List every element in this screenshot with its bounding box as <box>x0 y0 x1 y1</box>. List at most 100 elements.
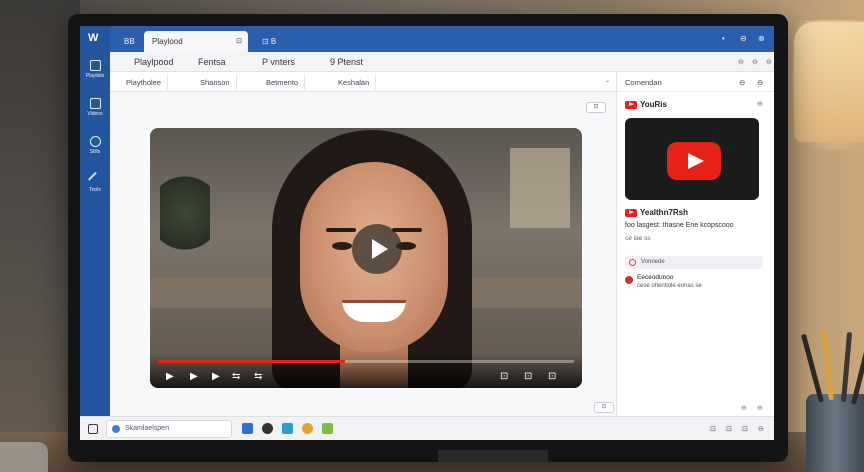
volume-icon[interactable]: ⇆ <box>232 371 240 382</box>
start-icon[interactable] <box>88 424 98 434</box>
theater-icon[interactable]: ⊡ <box>524 371 532 382</box>
video-thumbnail[interactable] <box>625 118 759 200</box>
panel-title: Comendan <box>625 78 662 87</box>
tab-label: ⊡ B <box>262 37 277 46</box>
taskbar-app-icon[interactable] <box>302 423 313 434</box>
progress-fill <box>158 360 346 363</box>
comment-input[interactable]: Vonnede <box>625 256 763 269</box>
youtube-icon <box>625 208 637 217</box>
more-icon[interactable]: ⊖ <box>757 404 763 412</box>
lamp-shade <box>794 22 864 142</box>
tray-icon[interactable]: ⊡ <box>710 425 716 433</box>
rail-item-label: Tools <box>89 187 101 193</box>
tray-icon[interactable]: ⊡ <box>726 425 732 433</box>
progress-bar[interactable] <box>158 360 574 363</box>
toolbar: Playtholee Shanson Betmento Keshalan ⌄ <box>110 72 616 92</box>
settings-icon[interactable]: ⊖ <box>752 58 758 66</box>
background-plant <box>160 168 210 258</box>
taskbar-app-icon[interactable] <box>282 423 293 434</box>
avatar <box>625 276 633 284</box>
main-content: ⊡ ▶ ▶ ▶ ⇆ ⇆ ⊡ ⊡ ⊡ ⊡ <box>110 92 616 416</box>
tab-bb[interactable]: BB <box>116 31 143 52</box>
mug <box>0 442 48 472</box>
app-rail: Playlists Videos Stills Tools <box>80 26 110 440</box>
toolbar-button-playtholee[interactable]: Playtholee <box>120 74 169 90</box>
eyebrow <box>392 228 422 232</box>
fullscreen-icon[interactable]: ⊡ <box>548 371 556 382</box>
comment-author: Eeceodunoo <box>637 274 674 281</box>
pencil <box>800 333 824 403</box>
youtube-icon <box>625 100 637 109</box>
monitor-stand <box>438 450 548 462</box>
rail-item-label: Videos <box>87 111 103 117</box>
next-icon[interactable]: ▶ <box>190 371 198 382</box>
more-icon[interactable]: ⊖ <box>757 78 763 87</box>
brand-menu-icon[interactable]: ⊖ <box>757 100 763 108</box>
video-title[interactable]: Yealthn7Rsh <box>625 208 688 217</box>
options-button[interactable]: ⊡ <box>594 402 614 413</box>
refresh-icon[interactable]: ⊖ <box>739 78 745 87</box>
toolbar-button-keshalan[interactable]: Keshalan <box>332 74 377 90</box>
background-window <box>510 148 570 228</box>
close-icon[interactable]: ⊗ <box>758 34 765 43</box>
video-player[interactable]: ▶ ▶ ▶ ⇆ ⇆ ⊡ ⊡ ⊡ <box>150 128 582 388</box>
rail-item-playlists[interactable]: Playlists <box>80 60 110 79</box>
rail-item-stills[interactable]: Stills <box>80 136 110 155</box>
toolbar-button-shanson[interactable]: Shanson <box>194 74 237 90</box>
settings-icon[interactable]: ⊖ <box>741 404 747 412</box>
toolbar-button-betmento[interactable]: Betmento <box>260 74 306 90</box>
rail-item-label: Stills <box>89 149 101 155</box>
image-icon <box>89 136 101 147</box>
play-icon[interactable]: ▶ <box>166 371 174 382</box>
maximize-icon[interactable]: ⊖ <box>740 34 747 43</box>
comment-icon <box>629 259 636 266</box>
taskbar-search[interactable]: Skamlaelspen <box>106 420 232 438</box>
eyebrow <box>326 228 356 232</box>
pencil-cup <box>806 394 864 472</box>
play-overlay-button[interactable] <box>352 224 402 274</box>
tray-icon[interactable]: ⊖ <box>758 425 764 433</box>
pencil <box>821 330 834 401</box>
menu-bar: Playlpood Fentsa P vnters 9 Ptenst ⊖ ⊖ ⊖ <box>110 52 774 72</box>
video-meta: ce lae ss <box>625 235 651 242</box>
menu-playlpood[interactable]: Playlpood <box>134 57 174 67</box>
video-description: foo lasgest: thasne Ene kcopscooo <box>625 222 734 229</box>
tab-playlood[interactable]: Playlood ⊡ <box>144 31 248 52</box>
video-icon <box>89 98 101 109</box>
chevron-down-icon[interactable]: ⌄ <box>605 77 610 84</box>
video-title-text: Yealthn7Rsh <box>640 208 689 217</box>
rail-item-tools[interactable]: Tools <box>80 171 110 193</box>
rail-item-label: Playlists <box>85 73 105 79</box>
minimize-icon[interactable]: • <box>722 34 725 43</box>
comment-text: cese ohentiole eonas se <box>637 283 702 289</box>
settings-icon[interactable]: ⊡ <box>500 371 508 382</box>
settings-icon[interactable]: ⊖ <box>738 58 744 66</box>
search-placeholder: Skamlaelspen <box>125 425 169 432</box>
search-icon <box>112 425 120 433</box>
tray-icon[interactable]: ⊡ <box>742 425 748 433</box>
tab-new[interactable]: ⊡ B <box>254 31 284 52</box>
menu-pvnters[interactable]: P vnters <box>262 57 295 67</box>
rail-item-videos[interactable]: Videos <box>80 98 110 117</box>
wrench-icon <box>87 171 103 188</box>
subtitle-icon[interactable]: ⇆ <box>254 371 262 382</box>
brand-label: YouRis <box>640 100 667 109</box>
tab-label: BB <box>124 37 135 46</box>
smile <box>342 300 406 322</box>
settings-icon[interactable]: ⊖ <box>766 58 772 66</box>
youtube-brand: YouRis <box>625 100 667 109</box>
taskbar-app-icon[interactable] <box>262 423 273 434</box>
expand-button[interactable]: ⊡ <box>586 102 606 113</box>
screen: Playlists Videos Stills Tools W BB Playl… <box>80 26 774 440</box>
taskbar-app-icon[interactable] <box>242 423 253 434</box>
tab-close-icon[interactable]: ⊡ <box>236 37 242 45</box>
menu-ptenst[interactable]: 9 Ptenst <box>330 57 363 67</box>
video-controls: ▶ ▶ ▶ ⇆ ⇆ ⊡ ⊡ ⊡ <box>150 354 582 388</box>
menu-fentsa[interactable]: Fentsa <box>198 57 226 67</box>
playlist-icon <box>89 60 101 71</box>
comment-placeholder: Vonnede <box>641 259 665 265</box>
taskbar-app-icon[interactable] <box>322 423 333 434</box>
tab-label: Playlood <box>152 37 183 46</box>
pencil <box>841 332 853 403</box>
skip-icon[interactable]: ▶ <box>212 371 220 382</box>
